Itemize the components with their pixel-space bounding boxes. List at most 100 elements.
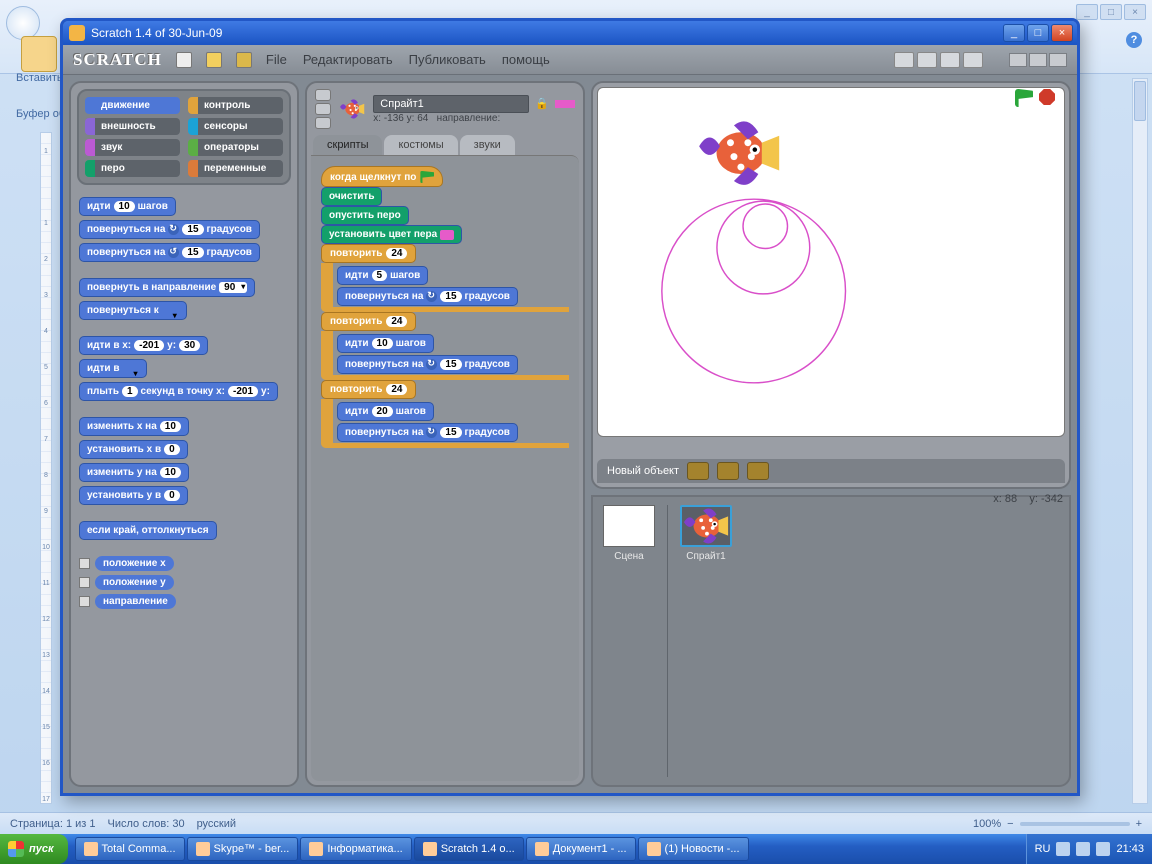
block-goto-xy[interactable]: идти в x:-201y:30 <box>79 336 208 355</box>
choose-sprite-icon[interactable] <box>717 462 739 480</box>
block-turn-ccw[interactable]: повернуться на15градусов <box>79 243 260 262</box>
green-flag-button[interactable] <box>1015 89 1033 107</box>
taskbar: пуск Total Comma...Skype™ - ber...Інформ… <box>0 834 1152 864</box>
start-button[interactable]: пуск <box>0 834 68 864</box>
reporter-dir[interactable]: направление <box>95 594 176 609</box>
tray-icon[interactable] <box>1076 842 1090 856</box>
tray-icon[interactable] <box>1096 842 1110 856</box>
word-scrollbar[interactable] <box>1132 78 1148 804</box>
script-clear[interactable]: очистить <box>321 187 382 206</box>
zoom-minus[interactable]: − <box>1007 818 1013 830</box>
close-button[interactable]: × <box>1051 24 1073 42</box>
present-icon[interactable] <box>1049 53 1067 67</box>
taskbar-task[interactable]: Total Comma... <box>75 837 185 861</box>
checkbox-y[interactable] <box>79 577 90 588</box>
script-area[interactable]: когда щелкнут по очистить опустить перо … <box>311 155 579 781</box>
script-pendown[interactable]: опустить перо <box>321 206 409 225</box>
save-icon[interactable] <box>206 52 222 68</box>
sprite-name-field[interactable] <box>373 95 529 113</box>
taskbar-task[interactable]: (1) Новости -... <box>638 837 749 861</box>
script-turn1[interactable]: повернуться на15градусов <box>337 287 518 306</box>
stamp-icon[interactable] <box>894 52 914 68</box>
maximize-button[interactable]: □ <box>1027 24 1049 42</box>
reporter-x[interactable]: положение x <box>95 556 174 571</box>
taskbar-task[interactable]: Інформатика... <box>300 837 411 861</box>
block-move[interactable]: идти10шагов <box>79 197 176 216</box>
menu-help[interactable]: помощь <box>502 52 550 67</box>
category-движение[interactable]: движение <box>85 97 180 114</box>
rotate-lr-icon[interactable] <box>315 103 331 115</box>
block-point-dir[interactable]: повернуть в направление90 <box>79 278 255 297</box>
category-звук[interactable]: звук <box>85 139 180 156</box>
rotate-none-icon[interactable] <box>315 117 331 129</box>
paste-icon[interactable] <box>21 36 57 72</box>
script-move2[interactable]: идти10шагов <box>337 334 434 353</box>
tab-scripts[interactable]: скрипты <box>313 135 382 155</box>
menu-edit[interactable]: Редактировать <box>303 52 393 67</box>
script-repeat1[interactable]: повторить24 <box>321 244 416 263</box>
menu-file[interactable]: File <box>266 52 287 67</box>
checkbox-x[interactable] <box>79 558 90 569</box>
block-set-y[interactable]: установить y в0 <box>79 486 188 505</box>
taskbar-task[interactable]: Scratch 1.4 o... <box>414 837 524 861</box>
taskbar-task[interactable]: Skype™ - ber... <box>187 837 299 861</box>
script-hat[interactable]: когда щелкнут по <box>321 166 443 187</box>
word-max-icon[interactable]: □ <box>1100 4 1122 20</box>
shrink-icon[interactable] <box>963 52 983 68</box>
script-move3[interactable]: идти20шагов <box>337 402 434 421</box>
category-переменные[interactable]: переменные <box>188 160 283 177</box>
block-bounce[interactable]: если край, оттолкнуться <box>79 521 217 540</box>
zoom-slider[interactable] <box>1020 822 1130 826</box>
tab-costumes[interactable]: костюмы <box>384 135 457 155</box>
zoom-plus[interactable]: + <box>1136 818 1142 830</box>
block-change-x[interactable]: изменить x на10 <box>79 417 189 436</box>
taskbar-task[interactable]: Документ1 - ... <box>526 837 636 861</box>
script-turn2[interactable]: повернуться на15градусов <box>337 355 518 374</box>
rotate-free-icon[interactable] <box>315 89 331 101</box>
saveas-icon[interactable] <box>236 52 252 68</box>
small-stage-icon[interactable] <box>1009 53 1027 67</box>
script-turn3[interactable]: повернуться на15градусов <box>337 423 518 442</box>
stage-thumb[interactable]: Сцена <box>601 505 657 777</box>
stage[interactable] <box>597 87 1065 437</box>
script-repeat2[interactable]: повторить24 <box>321 312 416 331</box>
block-point-to[interactable]: повернуться к <box>79 301 187 320</box>
block-set-x[interactable]: установить x в0 <box>79 440 188 459</box>
block-glide[interactable]: плыть1секунд в точку x:-201y: <box>79 382 278 401</box>
category-операторы[interactable]: операторы <box>188 139 283 156</box>
script-move1[interactable]: идти5шагов <box>337 266 428 285</box>
category-внешность[interactable]: внешность <box>85 118 180 135</box>
grow-icon[interactable] <box>940 52 960 68</box>
tray-icon[interactable] <box>1056 842 1070 856</box>
sprite-thumb[interactable]: Спрайт1 <box>678 505 734 777</box>
paint-sprite-icon[interactable] <box>687 462 709 480</box>
help-icon[interactable]: ? <box>1126 32 1142 48</box>
script-repeat3[interactable]: повторить24 <box>321 380 416 399</box>
category-сенсоры[interactable]: сенсоры <box>188 118 283 135</box>
random-sprite-icon[interactable] <box>747 462 769 480</box>
block-goto[interactable]: идти в <box>79 359 147 378</box>
reporter-y[interactable]: положение y <box>95 575 174 590</box>
menu-share[interactable]: Публиковать <box>409 52 486 67</box>
minimize-button[interactable]: _ <box>1003 24 1025 42</box>
lang-indicator[interactable]: RU <box>1035 843 1051 855</box>
normal-stage-icon[interactable] <box>1029 53 1047 67</box>
script-pencolor[interactable]: установить цвет пера <box>321 225 462 244</box>
clock[interactable]: 21:43 <box>1116 843 1144 855</box>
word-min-icon[interactable]: _ <box>1076 4 1098 20</box>
checkbox-dir[interactable] <box>79 596 90 607</box>
category-перо[interactable]: перо <box>85 160 180 177</box>
block-turn-cw[interactable]: повернуться на15градусов <box>79 220 260 239</box>
word-close-icon[interactable]: × <box>1124 4 1146 20</box>
globe-icon[interactable] <box>176 52 192 68</box>
office-button[interactable] <box>6 6 40 40</box>
stage-coord-y: y: -342 <box>1029 493 1063 505</box>
block-change-y[interactable]: изменить y на10 <box>79 463 189 482</box>
stop-button[interactable] <box>1039 89 1055 105</box>
titlebar[interactable]: Scratch 1.4 of 30-Jun-09 _ □ × <box>63 21 1077 45</box>
lock-icon[interactable]: 🔒 <box>535 97 549 110</box>
tab-sounds[interactable]: звуки <box>460 135 515 155</box>
cut-icon[interactable] <box>917 52 937 68</box>
stage-panel: x: 88 y: -342 Новый объект <box>591 81 1071 489</box>
category-контроль[interactable]: контроль <box>188 97 283 114</box>
